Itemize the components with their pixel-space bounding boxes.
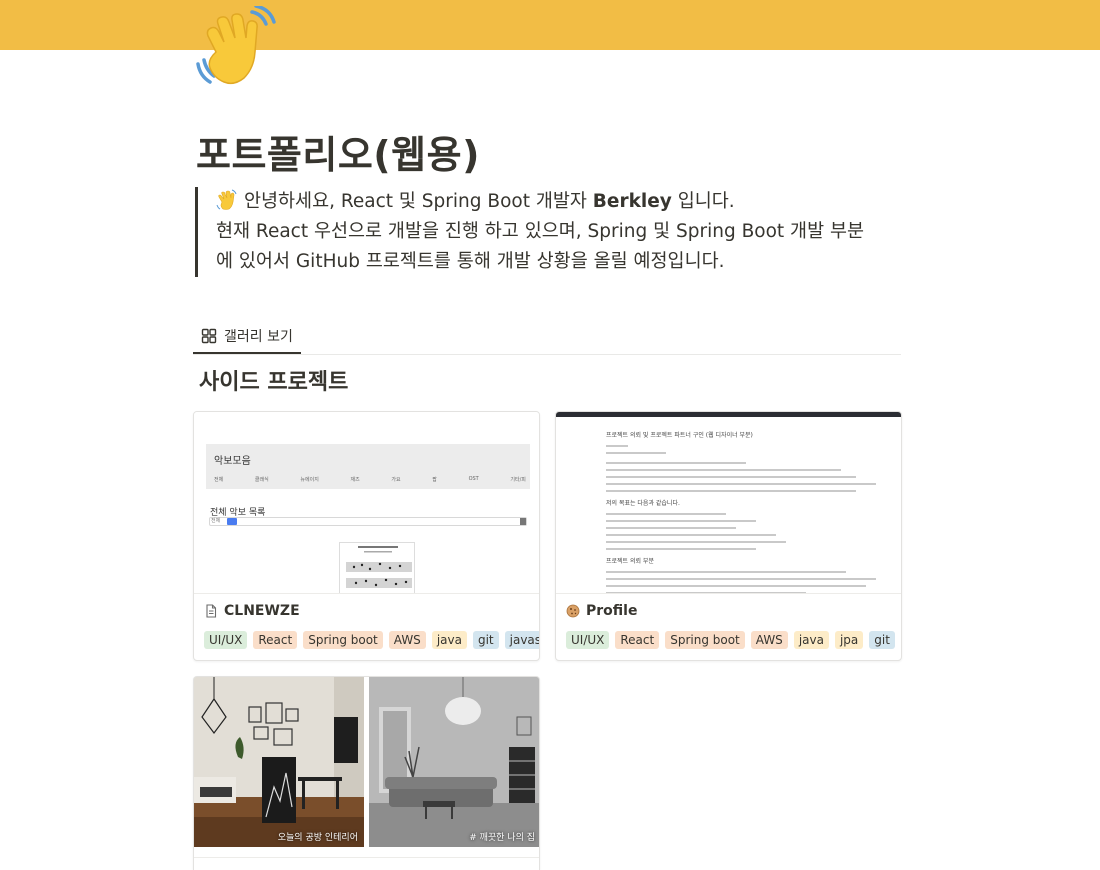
cookie-icon <box>566 604 580 618</box>
preview-nav-item: 팝 <box>432 477 437 483</box>
card-preview: 프로젝트 의뢰 및 프로젝트 파트너 구인 (웹 디자이너 부분) 저의 목표는… <box>556 412 901 594</box>
preview-filter-label: 전체 <box>211 518 221 524</box>
tag-java: java <box>431 631 467 649</box>
tag-aws: AWS <box>388 631 426 649</box>
card-tags: UI/UX React Spring boot AWS java jpa git… <box>566 631 901 649</box>
preview-topbar <box>556 412 901 417</box>
preview-text-line <box>606 476 856 478</box>
intro-quote: 안녕하세요, React 및 Spring Boot 개발자 Berkley 입… <box>195 187 901 277</box>
preview-nav-item: 뉴에이지 <box>300 477 319 483</box>
preview-doc-heading: 저의 목표는 다음과 같습니다. <box>606 500 680 507</box>
tag-react: React <box>615 631 660 649</box>
photo-caption: 오늘의 공방 인테리어 <box>277 833 358 843</box>
waving-hand-icon[interactable] <box>194 4 276 88</box>
gallery-card-clnewze[interactable]: 악보모음 전체 클래식 뉴에이지 재즈 가요 팝 OST 기타/피 전체 악보 … <box>193 411 540 661</box>
tag-react: React <box>253 631 298 649</box>
preview-doc-title: 프로젝트 의뢰 및 프로젝트 파트너 구인 (웹 디자이너 부분) <box>606 432 753 439</box>
preview-text-line <box>606 541 786 543</box>
preview-text-line <box>606 445 628 447</box>
gallery-card-interior[interactable]: 오늘의 공방 인테리어 # 깨끗한 나의 집 <box>193 676 540 870</box>
preview-text-line <box>606 578 876 580</box>
card-name-text: Profile <box>586 603 638 619</box>
card-title: CLNEWZE <box>204 603 300 619</box>
preview-nav-item: 전체 <box>214 477 224 483</box>
preview-text-line <box>606 520 756 522</box>
page-title: 포트폴리오(웹용) <box>196 133 480 177</box>
card-preview: 악보모음 전체 클래식 뉴에이지 재즈 가요 팝 OST 기타/피 전체 악보 … <box>194 412 539 594</box>
gallery-card-profile[interactable]: 프로젝트 의뢰 및 프로젝트 파트너 구인 (웹 디자이너 부분) 저의 목표는… <box>555 411 902 661</box>
preview-text-line <box>606 452 666 454</box>
intro-text: 입니다. <box>671 191 735 212</box>
preview-text-line <box>606 490 856 492</box>
tag-java: java <box>793 631 829 649</box>
card-divider <box>194 857 539 858</box>
preview-nav-item: OST <box>468 476 479 482</box>
intro-line-2: 현재 React 우선으로 개발을 진행 하고 있으며, Spring 및 Sp… <box>216 221 865 242</box>
developer-name: Berkley <box>592 191 672 212</box>
tag-spring-boot: Spring boot <box>665 631 745 649</box>
waving-hand-icon <box>216 189 238 211</box>
preview-text-line <box>606 592 806 593</box>
preview-text-line <box>606 534 776 536</box>
tag-git: git <box>472 631 499 649</box>
preview-doc-heading: 프로젝트 의뢰 부분 <box>606 558 654 565</box>
tag-jpa: jpa <box>834 631 864 649</box>
tab-label: 갤러리 보기 <box>224 329 293 345</box>
card-title: Profile <box>566 603 637 619</box>
preview-text-line <box>606 527 736 529</box>
tag-git: git <box>869 631 895 649</box>
preview-text-line <box>606 483 876 485</box>
preview-text-line <box>606 571 846 573</box>
gallery-icon <box>201 328 217 344</box>
view-divider <box>193 354 901 355</box>
tab-gallery-view[interactable]: 갤러리 보기 <box>193 320 301 354</box>
preview-text-line <box>606 469 841 471</box>
preview-document: 프로젝트 의뢰 및 프로젝트 파트너 구인 (웹 디자이너 부분) 저의 목표는… <box>606 424 896 593</box>
page-cover <box>0 0 1100 50</box>
card-tags: UI/UX React Spring boot AWS java git jav… <box>204 631 539 649</box>
preview-filter-bar: 전체 <box>209 517 527 526</box>
preview-nav-item: 재즈 <box>350 477 360 483</box>
tag-ui-ux: UI/UX <box>204 631 248 649</box>
tag-spring-boot: Spring boot <box>303 631 383 649</box>
preview-text-line <box>606 513 726 515</box>
sheet-music-thumbnail <box>339 542 415 593</box>
preview-nav: 전체 클래식 뉴에이지 재즈 가요 팝 OST 기타/피 <box>214 476 526 483</box>
tag-javascript: javascript <box>504 631 539 649</box>
card-name-text: CLNEWZE <box>224 603 300 619</box>
interior-photo: # 깨끗한 나의 집 <box>369 677 539 847</box>
tag-aws: AWS <box>750 631 788 649</box>
intro-line-3: 에 있어서 GitHub 프로젝트를 통해 개발 상황을 올릴 예정입니다. <box>216 251 725 272</box>
photo-caption: # 깨끗한 나의 집 <box>469 833 535 843</box>
preview-text-line <box>606 585 866 587</box>
intro-text: 안녕하세요, React 및 Spring Boot 개발자 <box>244 191 593 212</box>
interior-photo: 오늘의 공방 인테리어 <box>194 677 364 847</box>
tag-ui-ux: UI/UX <box>566 631 610 649</box>
preview-nav-item: 가요 <box>391 477 401 483</box>
preview-nav-item: 기타/피 <box>510 477 526 483</box>
card-preview: 오늘의 공방 인테리어 # 깨끗한 나의 집 <box>194 677 539 847</box>
preview-filter-end <box>520 518 526 525</box>
preview-header-title: 악보모음 <box>214 456 251 467</box>
intro-line-1: 안녕하세요, React 및 Spring Boot 개발자 Berkley 입… <box>216 187 901 217</box>
preview-text-line <box>606 462 746 464</box>
preview-nav-item: 클래식 <box>254 477 269 483</box>
page-icon <box>206 604 217 618</box>
preview-text-line <box>606 548 756 550</box>
section-title: 사이드 프로젝트 <box>199 370 349 395</box>
preview-filter-button <box>227 518 237 525</box>
